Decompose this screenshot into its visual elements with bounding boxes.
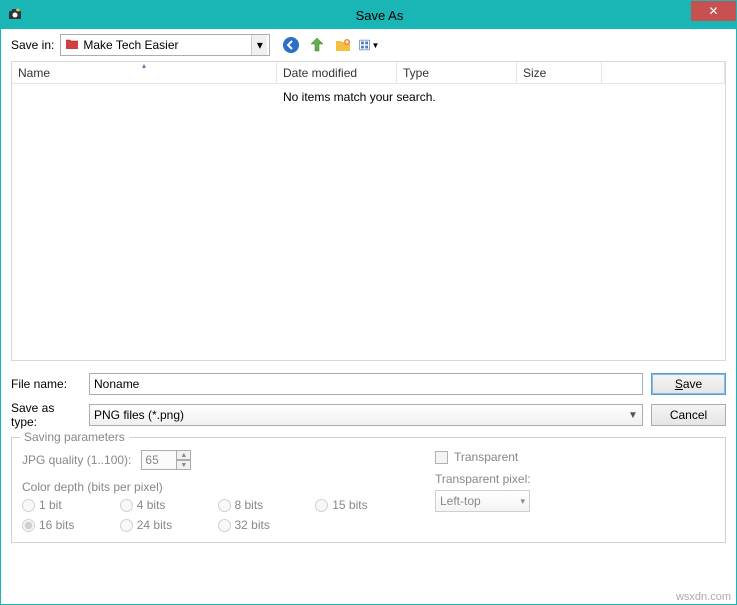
save-in-label: Save in: — [11, 38, 54, 52]
cancel-button[interactable]: Cancel — [651, 404, 726, 426]
column-name[interactable]: Name ▴ — [12, 62, 277, 83]
folder-select[interactable]: Make Tech Easier ▾ — [60, 34, 270, 56]
chevron-down-icon: ▾ — [520, 491, 525, 511]
depth-radio-32-bits: 32 bits — [218, 518, 298, 532]
depth-radio-8-bits: 8 bits — [218, 498, 298, 512]
filename-input[interactable] — [89, 373, 643, 395]
depth-radio-15-bits: 15 bits — [315, 498, 395, 512]
column-type[interactable]: Type — [397, 62, 517, 83]
filename-label: File name: — [11, 377, 81, 391]
chevron-down-icon: ▼ — [371, 41, 379, 50]
color-depth-label: Color depth (bits per pixel) — [22, 480, 395, 494]
app-icon — [7, 7, 23, 23]
transparent-checkbox — [435, 451, 448, 464]
back-button[interactable] — [280, 34, 302, 56]
column-spacer — [602, 62, 725, 83]
jpg-quality-label: JPG quality (1..100): — [22, 453, 131, 467]
savetype-select[interactable] — [89, 404, 643, 426]
spinner-down-icon: ▼ — [176, 460, 191, 470]
new-folder-button[interactable] — [332, 34, 354, 56]
file-list: Name ▴ Date modified Type Size No items … — [11, 61, 726, 361]
watermark: wsxdn.com — [676, 591, 731, 603]
column-size[interactable]: Size — [517, 62, 602, 83]
saving-parameters-legend: Saving parameters — [20, 430, 129, 444]
toolbar: Save in: Make Tech Easier ▾ ▼ — [1, 29, 736, 61]
folder-icon — [65, 37, 79, 54]
window-title: Save As — [23, 8, 736, 23]
color-depth-radios: 1 bit 4 bits 8 bits 15 bits 16 bits 24 bits 32… — [22, 498, 395, 532]
jpg-quality-input — [141, 450, 177, 470]
chevron-down-icon: ▾ — [251, 35, 267, 55]
spinner-up-icon: ▲ — [176, 450, 191, 460]
empty-message: No items match your search. — [283, 90, 436, 354]
savetype-label: Save as type: — [11, 401, 81, 429]
save-button[interactable]: Save — [651, 373, 726, 395]
transparent-pixel-select: Left-top ▾ — [435, 490, 530, 512]
depth-radio-1-bit: 1 bit — [22, 498, 102, 512]
form-rows: File name: Save Save as type: ▼ Cancel — [11, 373, 726, 429]
list-header: Name ▴ Date modified Type Size — [12, 62, 725, 84]
jpg-quality-spinner[interactable]: ▲ ▼ — [141, 450, 191, 470]
depth-radio-16-bits: 16 bits — [22, 518, 102, 532]
transparent-pixel-label: Transparent pixel: — [435, 472, 715, 486]
nav-icons: ▼ — [280, 34, 380, 56]
close-button[interactable]: ✕ — [691, 1, 736, 21]
list-body[interactable]: No items match your search. — [12, 84, 725, 360]
saving-parameters-group: Saving parameters JPG quality (1..100): … — [11, 437, 726, 543]
column-date[interactable]: Date modified — [277, 62, 397, 83]
depth-radio-24-bits: 24 bits — [120, 518, 200, 532]
transparent-label: Transparent — [454, 450, 518, 464]
titlebar: Save As ✕ — [1, 1, 736, 29]
depth-radio-4-bits: 4 bits — [120, 498, 200, 512]
folder-name: Make Tech Easier — [83, 38, 178, 52]
sort-ascending-icon: ▴ — [142, 61, 146, 70]
view-menu-button[interactable]: ▼ — [358, 34, 380, 56]
up-button[interactable] — [306, 34, 328, 56]
